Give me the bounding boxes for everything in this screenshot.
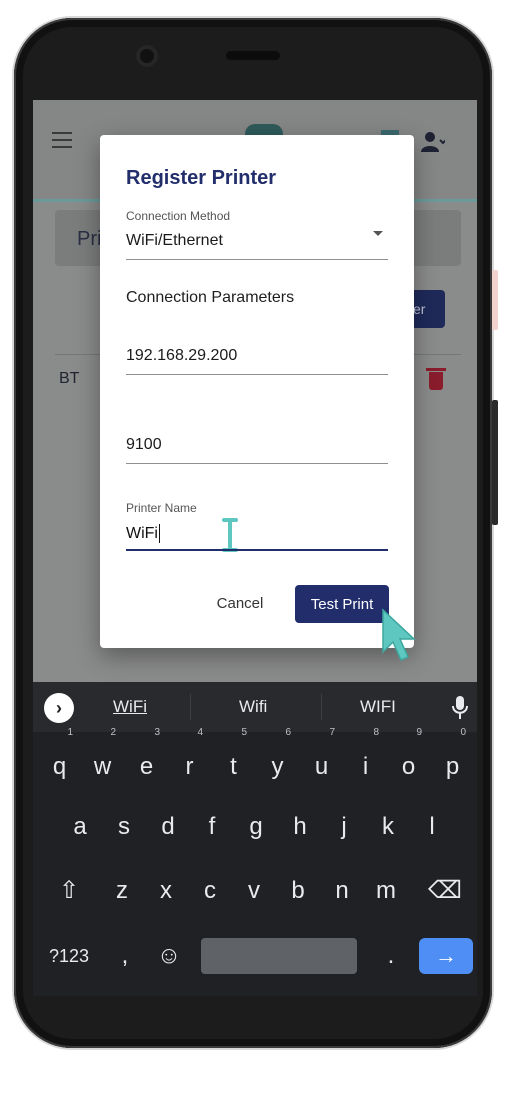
symbols-key[interactable]: ?123 (41, 931, 97, 981)
ip-address-field[interactable]: 192.168.29.200 (126, 347, 237, 365)
menu-icon[interactable] (52, 132, 72, 148)
key-k[interactable]: k (371, 802, 405, 852)
register-printer-dialog: Register Printer Connection Method WiFi/… (100, 135, 414, 648)
suggestion-expand-icon[interactable]: › (44, 693, 74, 723)
space-bar[interactable] (201, 938, 357, 974)
key-a[interactable]: a (63, 802, 97, 852)
dropdown-arrow-icon[interactable] (373, 231, 383, 236)
pointer-icon (382, 608, 416, 661)
key-y[interactable]: y6 (261, 728, 294, 792)
ip-address-underline (126, 374, 388, 375)
emoji-key-icon[interactable]: ☺ (151, 931, 187, 981)
user-icon[interactable] (421, 130, 445, 154)
port-underline (126, 463, 388, 464)
printer-name-underline (126, 549, 388, 551)
key-b[interactable]: b (281, 866, 315, 916)
key-u[interactable]: u7 (305, 728, 338, 792)
text-caret (159, 524, 160, 543)
key-p[interactable]: p0 (436, 728, 469, 792)
connection-method-underline (126, 259, 388, 260)
key-s[interactable]: s (107, 802, 141, 852)
key-g[interactable]: g (239, 802, 273, 852)
suggestion-bar: › WiFi Wifi WIFI (33, 682, 477, 732)
key-j[interactable]: j (327, 802, 361, 852)
key-r[interactable]: r4 (173, 728, 206, 792)
key-l[interactable]: l (415, 802, 449, 852)
front-camera (136, 45, 158, 67)
key-z[interactable]: z (105, 866, 139, 916)
connection-method-caption: Connection Method (126, 209, 231, 223)
suggestion-2[interactable]: Wifi (239, 697, 267, 717)
key-c[interactable]: c (193, 866, 227, 916)
phone-side-button (492, 270, 498, 330)
text-cursor-icon (222, 518, 238, 552)
backspace-key-icon[interactable]: ⌫ (423, 866, 467, 916)
connection-parameters-label: Connection Parameters (126, 289, 295, 306)
dialog-title: Register Printer (126, 167, 277, 189)
phone-screen: Pri er BT Register Printer Connection Me… (33, 100, 477, 996)
port-field[interactable]: 9100 (126, 436, 162, 454)
test-print-button[interactable]: Test Print (295, 585, 389, 623)
enter-key-icon[interactable]: → (419, 938, 473, 974)
shift-key-icon[interactable]: ⇧ (49, 866, 89, 916)
key-n[interactable]: n (325, 866, 359, 916)
period-key[interactable]: . (377, 931, 405, 981)
key-d[interactable]: d (151, 802, 185, 852)
key-q[interactable]: q1 (43, 728, 76, 792)
key-x[interactable]: x (149, 866, 183, 916)
key-h[interactable]: h (283, 802, 317, 852)
key-t[interactable]: t5 (217, 728, 250, 792)
delete-icon[interactable] (426, 368, 446, 390)
printer-name-caption: Printer Name (126, 501, 197, 515)
key-i[interactable]: i8 (349, 728, 382, 792)
key-v[interactable]: v (237, 866, 271, 916)
key-f[interactable]: f (195, 802, 229, 852)
register-button-label: er (413, 301, 426, 317)
key-e[interactable]: e3 (130, 728, 163, 792)
suggestion-separator (321, 694, 322, 720)
printers-tab-label: Pri (77, 228, 102, 250)
suggestion-1[interactable]: WiFi (113, 697, 147, 717)
cancel-button[interactable]: Cancel (210, 585, 270, 621)
suggestion-3[interactable]: WIFI (360, 697, 396, 717)
phone-volume-button (492, 400, 498, 525)
key-w[interactable]: w2 (86, 728, 119, 792)
key-o[interactable]: o9 (392, 728, 425, 792)
key-m[interactable]: m (369, 866, 403, 916)
suggestion-separator (190, 694, 191, 720)
earpiece-speaker (226, 51, 280, 60)
comma-key[interactable]: , (111, 931, 139, 981)
microphone-icon[interactable] (451, 695, 469, 721)
connection-method-select[interactable]: WiFi/Ethernet (126, 232, 223, 250)
on-screen-keyboard: › WiFi Wifi WIFI q1 w2 e3 r4 t5 y6 u7 i8… (33, 682, 477, 996)
printer-list-item[interactable]: BT (59, 370, 79, 388)
